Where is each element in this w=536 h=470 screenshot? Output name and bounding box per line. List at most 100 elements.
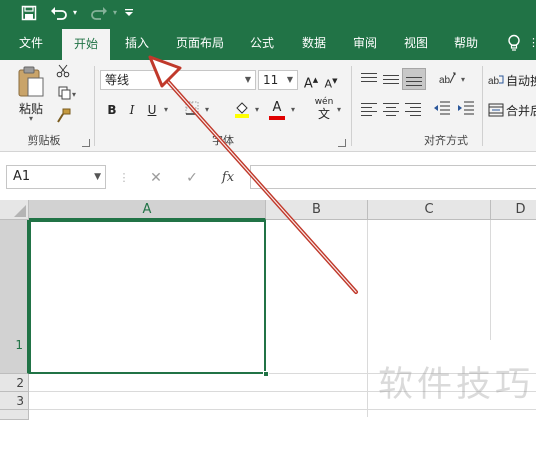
tab-view[interactable]: 视图 [394, 26, 438, 60]
selected-cell-a1[interactable] [29, 220, 266, 374]
clipboard-launcher-icon[interactable] [82, 139, 90, 147]
orientation-dropdown-icon[interactable]: ▾ [458, 71, 468, 89]
chevron-down-icon: ▾ [28, 114, 33, 123]
font-color-swatch [269, 116, 285, 120]
ribbon-home: 粘贴 ▾ ▾ 剪贴板 等线 ▼ 11 ▼ A▲ A▼ B I U ▾ ▾ ▾ A… [0, 60, 536, 152]
wrap-text-icon: ab [488, 75, 504, 87]
decrease-indent-icon[interactable] [432, 100, 452, 118]
increase-indent-icon[interactable] [456, 100, 476, 118]
borders-icon[interactable] [182, 101, 202, 119]
column-header-d[interactable]: D [491, 200, 536, 220]
shrink-font-label: A [324, 77, 333, 91]
font-color-button[interactable]: A [268, 99, 286, 120]
customize-qat-icon[interactable] [122, 3, 136, 23]
tab-review[interactable]: 审阅 [343, 26, 387, 60]
underline-dropdown-icon[interactable]: ▾ [160, 101, 172, 119]
gridline [490, 220, 491, 340]
wrap-text-label: 自动换 [506, 74, 536, 88]
clipboard-group-label: 剪贴板 [27, 134, 61, 147]
group-divider [94, 66, 95, 146]
merge-center-button[interactable]: 合并后 [488, 102, 536, 120]
formula-bar: A1 ▼ ⋮ ✕ ✓ fx [0, 152, 536, 200]
tab-formulas[interactable]: 公式 [240, 26, 284, 60]
paste-button[interactable]: 粘贴 ▾ [14, 66, 48, 123]
phonetic-guide-button[interactable]: wén 文 [312, 96, 336, 120]
tab-home[interactable]: 开始 [62, 29, 110, 60]
orientation-icon[interactable]: ab [436, 70, 458, 88]
cancel-icon: ✕ [150, 170, 162, 186]
font-name-select[interactable]: 等线 ▼ [100, 70, 256, 90]
copy-icon[interactable]: ▾ [54, 86, 80, 104]
font-name-value: 等线 [105, 73, 130, 87]
tab-page-layout[interactable]: 页面布局 [168, 26, 232, 60]
save-icon[interactable] [18, 3, 40, 23]
column-header-c[interactable]: C [368, 200, 491, 220]
tell-me-input[interactable]: ⋮ [528, 26, 536, 60]
select-all-button[interactable] [0, 200, 29, 220]
tab-insert[interactable]: 插入 [114, 26, 160, 60]
alignment-group-label: 对齐方式 [424, 134, 468, 147]
phonetic-dropdown-icon[interactable]: ▾ [334, 101, 344, 119]
formula-input[interactable] [250, 165, 536, 189]
name-box[interactable]: A1 ▼ [6, 165, 106, 189]
borders-dropdown-icon[interactable]: ▾ [202, 101, 212, 119]
fill-color-icon[interactable] [232, 100, 252, 118]
undo-dropdown-icon[interactable]: ▾ [70, 3, 80, 23]
name-box-value: A1 [13, 169, 31, 184]
redo-icon [88, 3, 110, 23]
merge-center-icon [488, 103, 504, 117]
align-center-icon[interactable] [382, 102, 400, 116]
align-middle-icon[interactable] [382, 72, 400, 86]
chevron-down-icon: ▼ [286, 75, 294, 84]
phonetic-char: 文 [317, 107, 330, 121]
select-all-triangle-icon [14, 205, 26, 217]
font-launcher-icon[interactable] [338, 139, 346, 147]
column-header-b[interactable]: B [266, 200, 368, 220]
row-header-3[interactable]: 3 [0, 392, 29, 410]
column-header-a[interactable]: A [29, 200, 266, 220]
row-header-2[interactable]: 2 [0, 374, 29, 392]
fill-handle[interactable] [263, 371, 269, 377]
tab-help[interactable]: 帮助 [444, 26, 488, 60]
font-color-dropdown-icon[interactable]: ▾ [288, 101, 298, 119]
enter-icon: ✓ [186, 170, 198, 186]
italic-button[interactable]: I [124, 101, 140, 119]
cut-icon[interactable] [54, 64, 72, 82]
format-painter-icon[interactable] [54, 108, 72, 126]
chevron-down-icon: ▼ [244, 75, 252, 84]
merge-center-label: 合并后 [506, 104, 536, 118]
font-size-value: 11 [263, 73, 279, 87]
gridline [29, 409, 536, 410]
fill-color-dropdown-icon[interactable]: ▾ [252, 101, 262, 119]
ribbon-tab-bar: 文件 开始 插入 页面布局 公式 数据 审阅 视图 帮助 ⋮ [0, 26, 536, 60]
undo-icon[interactable] [48, 3, 70, 23]
title-bar: ▾ ▾ [0, 0, 536, 26]
watermark-text: 软件技巧 [378, 365, 535, 405]
font-size-select[interactable]: 11 ▼ [258, 70, 298, 90]
tab-data[interactable]: 数据 [292, 26, 336, 60]
align-right-icon[interactable] [404, 102, 422, 116]
svg-text:ab: ab [439, 75, 451, 86]
increase-font-size-button[interactable]: A▲ [302, 71, 320, 92]
row-header-4[interactable] [0, 410, 29, 420]
insert-function-icon[interactable]: fx [218, 168, 238, 188]
lightbulb-icon[interactable] [502, 26, 526, 60]
more-options-icon: ⋮ [118, 171, 130, 184]
align-bottom-icon[interactable] [402, 68, 426, 90]
wrap-text-button[interactable]: ab 自动换 [488, 72, 536, 90]
bold-button[interactable]: B [104, 101, 120, 119]
font-color-label: A [272, 100, 282, 115]
svg-text:ab: ab [488, 76, 500, 87]
align-top-icon[interactable] [360, 72, 378, 86]
group-divider [351, 66, 352, 146]
row-header-1[interactable]: 1 [0, 220, 29, 374]
font-group-label: 字体 [212, 134, 234, 147]
paste-icon [18, 66, 44, 97]
redo-dropdown-icon: ▾ [112, 8, 117, 17]
tab-file[interactable]: 文件 [6, 26, 56, 60]
gridline [367, 220, 368, 417]
underline-button[interactable]: U [144, 101, 160, 119]
align-left-icon[interactable] [360, 102, 378, 116]
grow-font-label: A [303, 76, 313, 92]
decrease-font-size-button[interactable]: A▼ [322, 72, 340, 91]
